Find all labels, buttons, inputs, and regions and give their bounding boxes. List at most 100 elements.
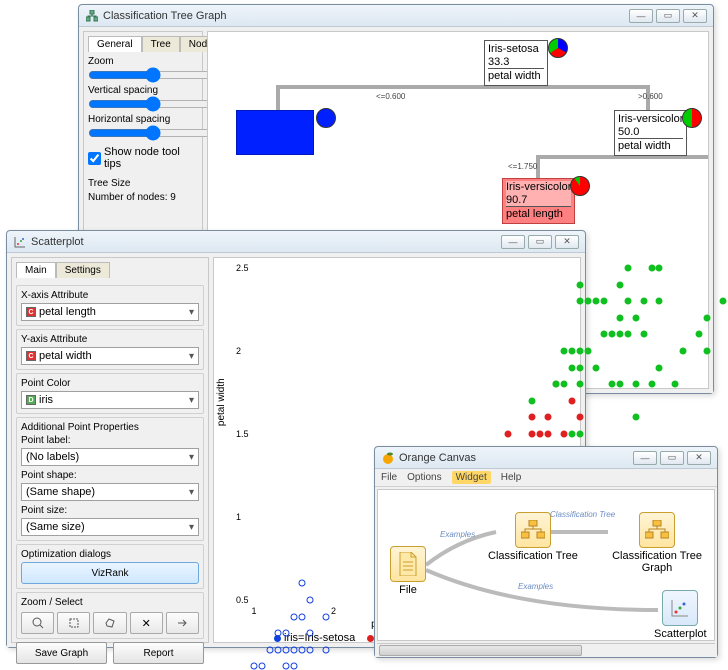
data-point xyxy=(608,381,615,388)
workflow-canvas[interactable]: File Classification Tree Classification … xyxy=(377,489,715,641)
data-point xyxy=(553,381,560,388)
y-tick: 1.5 xyxy=(236,429,249,439)
opt-label: Optimization dialogs xyxy=(21,549,199,560)
yattr-label: Y-axis Attribute xyxy=(21,334,199,345)
data-point xyxy=(561,431,568,438)
pie-icon xyxy=(548,38,568,58)
data-point xyxy=(576,298,583,305)
color-label: Point Color xyxy=(21,378,199,389)
save-graph-button[interactable]: Save Graph xyxy=(16,642,107,664)
edge-label: >0.600 xyxy=(638,92,663,101)
minimize-button[interactable]: — xyxy=(633,451,657,465)
xattr-combo[interactable]: Cpetal length xyxy=(21,303,199,321)
report-button[interactable]: Report xyxy=(113,642,204,664)
close-button[interactable]: ✕ xyxy=(555,235,579,249)
tooltips-checkbox[interactable]: Show node tool tips xyxy=(88,146,198,170)
zoom-label: Zoom xyxy=(88,56,198,67)
plabel-label: Point label: xyxy=(21,435,199,446)
scatter-window-icon xyxy=(13,235,27,249)
data-point xyxy=(282,630,289,637)
zoom-tool-button[interactable] xyxy=(21,612,54,634)
data-point xyxy=(608,331,615,338)
zoom-slider[interactable] xyxy=(88,68,217,82)
tab-main[interactable]: Main xyxy=(16,262,56,278)
widget-scatterplot[interactable]: Scatterplot xyxy=(654,590,707,640)
maximize-button[interactable]: ▭ xyxy=(660,451,684,465)
widget-classification-tree[interactable]: Classification Tree xyxy=(488,512,578,562)
select-tool-button[interactable] xyxy=(57,612,90,634)
data-point xyxy=(258,663,265,670)
data-point xyxy=(600,298,607,305)
data-point xyxy=(640,298,647,305)
data-point xyxy=(672,381,679,388)
x-tick: 1 xyxy=(251,606,256,616)
data-point xyxy=(576,348,583,355)
data-point xyxy=(298,580,305,587)
send-button[interactable] xyxy=(166,612,199,634)
color-combo[interactable]: Diris xyxy=(21,391,199,409)
horizontal-scrollbar[interactable] xyxy=(377,643,715,657)
maximize-button[interactable]: ▭ xyxy=(656,9,680,23)
data-point xyxy=(640,331,647,338)
psize-combo[interactable]: (Same size) xyxy=(21,518,199,536)
data-point xyxy=(592,298,599,305)
tree-title: Classification Tree Graph xyxy=(103,10,629,22)
tree-node-versicolor[interactable]: Iris-versicolor50.0 petal width xyxy=(614,110,687,156)
data-point xyxy=(251,663,258,670)
vspacing-slider[interactable] xyxy=(88,97,217,111)
menu-widget[interactable]: Widget xyxy=(452,471,491,484)
minimize-button[interactable]: — xyxy=(629,9,653,23)
yattr-combo[interactable]: Cpetal width xyxy=(21,347,199,365)
data-point xyxy=(576,381,583,388)
data-point xyxy=(306,597,313,604)
data-point xyxy=(545,431,552,438)
pshape-combo[interactable]: (Same shape) xyxy=(21,483,199,501)
data-point xyxy=(306,630,313,637)
widget-tree-graph[interactable]: Classification Tree Graph xyxy=(600,512,714,574)
y-axis-label: petal width xyxy=(216,378,227,426)
maximize-button[interactable]: ▭ xyxy=(528,235,552,249)
data-point xyxy=(656,265,663,272)
vizrank-button[interactable]: VizRank xyxy=(21,562,199,584)
widget-file[interactable]: File xyxy=(390,546,426,596)
data-point xyxy=(282,663,289,670)
tab-settings[interactable]: Settings xyxy=(56,262,110,278)
data-point xyxy=(290,613,297,620)
data-point xyxy=(584,348,591,355)
menu-file[interactable]: File xyxy=(381,472,397,483)
scatter-titlebar[interactable]: Scatterplot — ▭ ✕ xyxy=(7,231,585,253)
tree-titlebar[interactable]: Classification Tree Graph — ▭ ✕ xyxy=(79,5,713,27)
y-tick: 2.5 xyxy=(236,263,249,273)
data-point xyxy=(592,364,599,371)
plabel-combo[interactable]: (No labels) xyxy=(21,448,199,466)
data-point xyxy=(529,431,536,438)
tab-tree[interactable]: Tree xyxy=(142,36,180,52)
y-tick: 0.5 xyxy=(236,595,249,605)
tree-node-versicolor2[interactable]: Iris-versicolor90.7 petal length xyxy=(502,178,575,224)
data-point xyxy=(624,331,631,338)
menu-options[interactable]: Options xyxy=(407,472,441,483)
data-point xyxy=(696,331,703,338)
poly-select-button[interactable] xyxy=(93,612,126,634)
y-tick: 2 xyxy=(236,346,241,356)
tree-node-root[interactable]: Iris-setosa33.3 petal width xyxy=(484,40,548,86)
data-point xyxy=(584,298,591,305)
close-button[interactable]: ✕ xyxy=(687,451,711,465)
data-point xyxy=(632,381,639,388)
remove-select-button[interactable]: ✕ xyxy=(130,612,163,634)
nodecount-label: Number of nodes: 9 xyxy=(88,192,198,203)
menu-help[interactable]: Help xyxy=(501,472,522,483)
data-point xyxy=(306,646,313,653)
tab-general[interactable]: General xyxy=(88,36,142,52)
data-point xyxy=(274,646,281,653)
data-point xyxy=(648,381,655,388)
data-point xyxy=(545,414,552,421)
data-point xyxy=(704,348,711,355)
close-button[interactable]: ✕ xyxy=(683,9,707,23)
data-point xyxy=(569,364,576,371)
data-point xyxy=(322,613,329,620)
canvas-titlebar[interactable]: Orange Canvas — ▭ ✕ xyxy=(375,447,717,469)
minimize-button[interactable]: — xyxy=(501,235,525,249)
hspacing-slider[interactable] xyxy=(88,126,217,140)
tree-node-setosa[interactable]: Iris-setosa100.0 Iris-setosa xyxy=(236,110,314,155)
